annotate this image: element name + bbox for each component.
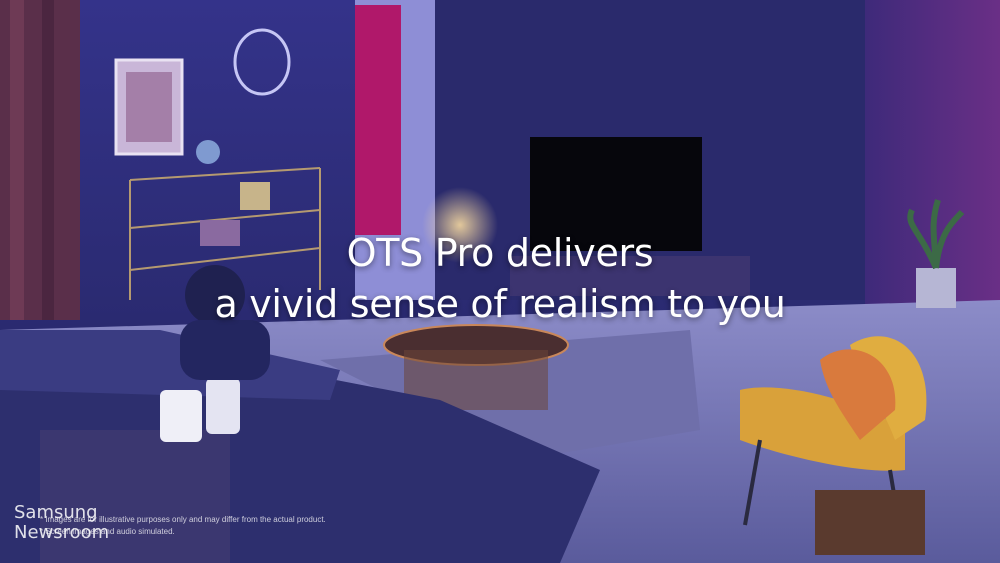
floor-basket [815, 490, 925, 555]
caption-line-1: OTS Pro delivers [346, 231, 654, 275]
watermark-line-1: Samsung [14, 502, 98, 523]
side-table [40, 430, 230, 563]
samsung-newsroom-watermark: Samsung Newsroom [14, 503, 109, 543]
magenta-door [355, 5, 401, 235]
video-frame: OTS Pro delivers a vivid sense of realis… [0, 0, 1000, 563]
caption-line-2: a vivid sense of realism to you [214, 282, 786, 326]
video-caption: OTS Pro delivers a vivid sense of realis… [0, 228, 1000, 330]
books [240, 182, 270, 210]
watermark-line-2: Newsroom [14, 522, 110, 543]
cup [206, 378, 240, 434]
cup [160, 390, 202, 442]
globe-lamp [196, 140, 220, 164]
wall-picture-art [126, 72, 172, 142]
